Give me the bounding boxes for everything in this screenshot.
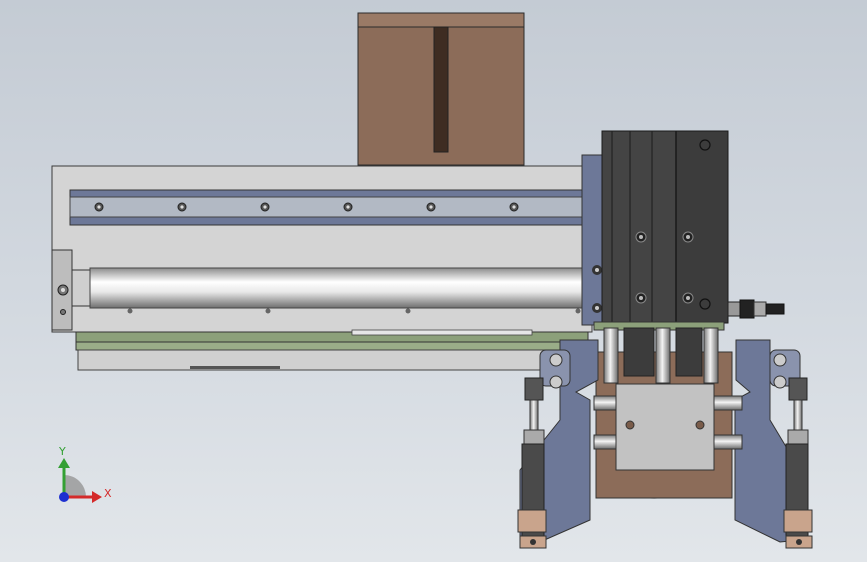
drive-shaft (89, 267, 585, 309)
right-side-cylinder (783, 377, 813, 549)
assembly-drawing: Y X (51, 12, 813, 549)
x-axis-label: X (104, 487, 112, 500)
mounting-slot (433, 26, 449, 153)
left-side-cylinder (517, 377, 547, 549)
coordinate-triad: Y X (58, 445, 112, 503)
linear-module (51, 165, 593, 371)
label-strip (190, 366, 280, 369)
y-axis-label: Y (58, 445, 66, 458)
gripper-assembly (517, 327, 813, 549)
cad-viewport[interactable]: Y X (0, 0, 867, 562)
carriage-plate (581, 154, 605, 326)
z-axis-icon (59, 492, 69, 502)
top-mounting-block (357, 12, 525, 166)
guide-rail (69, 196, 586, 218)
air-fitting-icon (727, 299, 785, 319)
guided-cylinder (601, 130, 729, 324)
